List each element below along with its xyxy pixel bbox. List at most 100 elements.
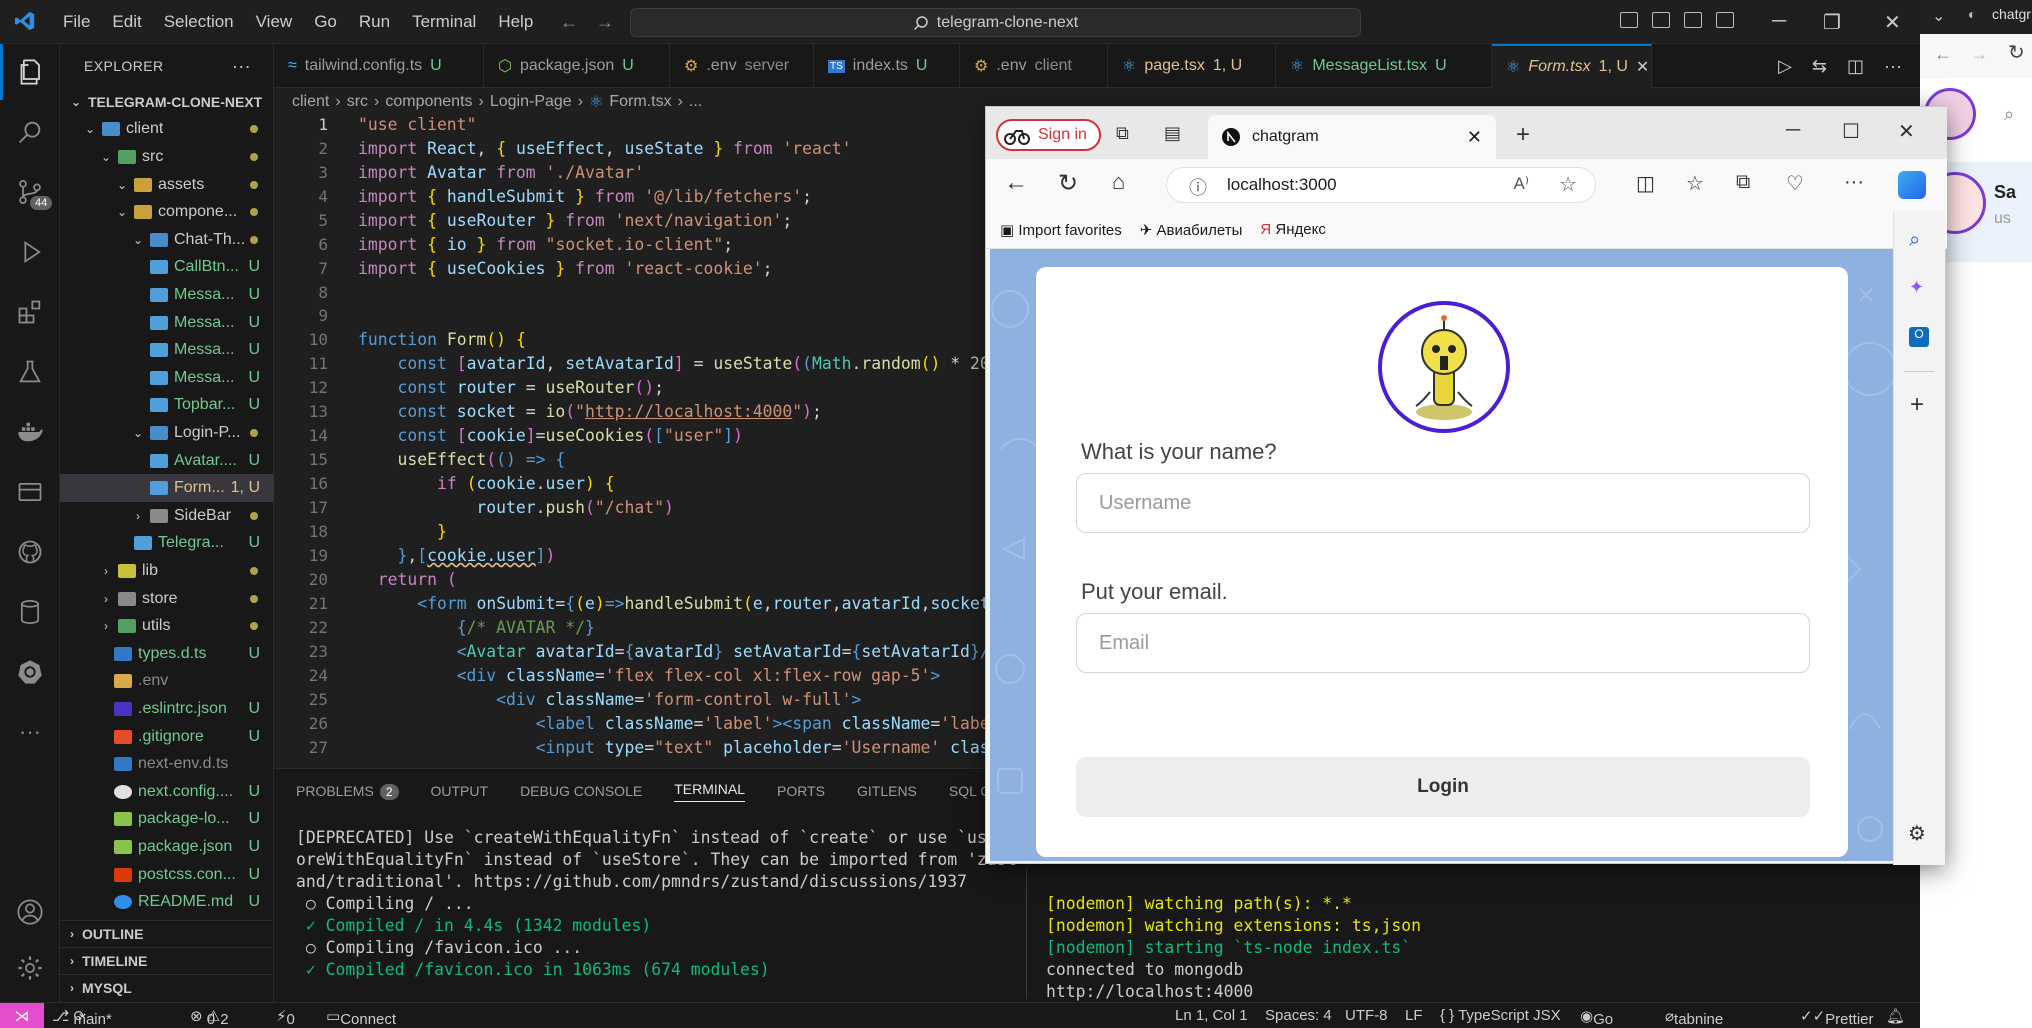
tab-terminal[interactable]: TERMINAL	[674, 781, 745, 802]
tree-item-file[interactable]: README.md U	[60, 888, 274, 916]
remote-indicator-icon[interactable]: ⋊	[0, 1003, 44, 1028]
tree-item-folder[interactable]: ⌄ src	[60, 143, 274, 171]
docker-icon[interactable]	[0, 404, 60, 460]
close-tab-icon[interactable]: ✕	[1467, 127, 1482, 148]
tab-package-json[interactable]: ⬡ package.json U	[484, 44, 670, 88]
tree-item-file[interactable]: Messa... U	[60, 364, 274, 392]
refresh-icon[interactable]: ↻	[1058, 169, 1078, 198]
source-control-icon[interactable]: 44	[0, 164, 60, 220]
tree-item-folder[interactable]: › store	[60, 585, 274, 613]
terminal-left[interactable]: [DEPRECATED] Use `createWithEqualityFn` …	[296, 827, 1026, 997]
compare-icon[interactable]: ⇆	[1812, 56, 1827, 77]
menu-view[interactable]: View	[245, 12, 304, 32]
accounts-icon[interactable]	[0, 884, 60, 940]
tree-item-file[interactable]: package.json U	[60, 833, 274, 861]
tab-index-ts[interactable]: TS index.ts U	[814, 44, 960, 88]
avatar-picker[interactable]	[1378, 301, 1510, 433]
maximize-icon[interactable]: ☐	[1842, 119, 1860, 144]
home-icon[interactable]: ⌂	[1112, 169, 1125, 195]
menu-help[interactable]: Help	[487, 12, 544, 32]
tree-item-folder[interactable]: ⌄ compone...	[60, 198, 274, 226]
workspaces-icon[interactable]: ⧉	[1116, 123, 1129, 144]
tab-env-server[interactable]: ⚙ .env server	[670, 44, 814, 88]
more-views-icon[interactable]: ···	[0, 704, 60, 760]
more-actions-icon[interactable]: ···	[232, 56, 251, 77]
close-tab-icon[interactable]: ✕	[1636, 57, 1649, 77]
breadcrumb-symbol[interactable]: ...	[689, 93, 702, 111]
collections-icon[interactable]: ⧉	[1736, 171, 1750, 194]
database-icon[interactable]	[0, 584, 60, 640]
email-input[interactable]: Email	[1076, 613, 1810, 673]
restore-icon[interactable]: ❐	[1823, 10, 1841, 35]
prettier-status[interactable]: ✓✓ Prettier	[1800, 1007, 1874, 1028]
branch-status[interactable]: ⎇ main* ⟳	[52, 1007, 112, 1028]
tab-page-tsx[interactable]: ⚛ page.tsx 1, U	[1108, 44, 1276, 88]
tree-item-file[interactable]: Messa... U	[60, 281, 274, 309]
workspace-root[interactable]: ⌄ TELEGRAM-CLONE-NEXT	[60, 88, 274, 116]
add-sidebar-icon[interactable]: +	[1910, 391, 1924, 419]
tabnine-status[interactable]: ⌀ tabnine starter	[1665, 1007, 1723, 1028]
notifications-bell-icon[interactable]: 🔔︎	[1886, 1007, 1905, 1025]
indentation-status[interactable]: Spaces: 4	[1265, 1007, 1332, 1024]
go-live-button[interactable]: ◉ Go Live	[1580, 1007, 1613, 1028]
forward-arrow-icon[interactable]: →	[596, 12, 614, 33]
tab-problems[interactable]: PROBLEMS 2	[296, 783, 399, 800]
read-aloud-icon[interactable]: A⁾	[1513, 174, 1529, 194]
tab-env-client[interactable]: ⚙ .env client	[960, 44, 1108, 88]
run-icon[interactable]: ▷	[1778, 56, 1792, 77]
tree-item-file[interactable]: package-lo... U	[60, 806, 274, 834]
close-icon[interactable]: ✕	[1884, 10, 1901, 35]
tree-item-file-selected[interactable]: Form... 1, U	[60, 474, 274, 502]
more-options-icon[interactable]: ···	[1844, 171, 1864, 194]
tab-actions-icon[interactable]: ▤	[1164, 123, 1181, 144]
tree-item-file[interactable]: postcss.con... U	[60, 861, 274, 889]
tree-item-file[interactable]: next.config.... U	[60, 778, 274, 806]
menu-edit[interactable]: Edit	[101, 12, 152, 32]
tree-item-folder[interactable]: ⌄ assets	[60, 171, 274, 199]
tree-item-file[interactable]: next-env.d.ts	[60, 750, 274, 778]
search-icon[interactable]	[0, 104, 60, 160]
cursor-position[interactable]: Ln 1, Col 1	[1175, 1007, 1248, 1024]
split-editor-icon[interactable]: ◫	[1847, 56, 1864, 77]
eol-status[interactable]: LF	[1405, 1007, 1423, 1024]
tree-item-file[interactable]: Messa... U	[60, 309, 274, 337]
tree-item-file[interactable]: types.d.ts U	[60, 640, 274, 668]
explorer-icon[interactable]	[0, 44, 60, 100]
site-info-icon[interactable]: ⓘ	[1189, 174, 1207, 200]
run-debug-icon[interactable]	[0, 224, 60, 280]
tree-item-folder[interactable]: › lib	[60, 557, 274, 585]
new-tab-icon[interactable]: +	[1516, 121, 1530, 149]
settings-gear-icon[interactable]: ⚙	[1908, 821, 1926, 846]
breadcrumb-form-tsx[interactable]: Form.tsx	[609, 93, 671, 111]
kubernetes-icon[interactable]	[0, 644, 60, 700]
mysql-section[interactable]: › MYSQL	[60, 974, 274, 1001]
favorite-aviabilety[interactable]: ✈ Авиабилеты	[1140, 221, 1243, 239]
customize-layout-icon[interactable]	[1716, 12, 1734, 28]
tree-item-file[interactable]: Topbar... U	[60, 392, 274, 420]
testing-flask-icon[interactable]	[0, 344, 60, 400]
toggle-panel-icon[interactable]	[1652, 12, 1670, 28]
more-actions-icon[interactable]: ···	[1884, 56, 1902, 77]
connect-status[interactable]: ▭ Connect	[326, 1007, 396, 1028]
username-input[interactable]: Username	[1076, 473, 1810, 533]
tab-debug-console[interactable]: DEBUG CONSOLE	[520, 783, 642, 799]
tab-messagelist-tsx[interactable]: ⚛ MessageList.tsx U	[1276, 44, 1492, 88]
search-icon[interactable]: ⌕	[1909, 229, 1920, 252]
minimize-icon[interactable]: ─	[1786, 119, 1800, 142]
browser-tab-chatgram[interactable]: chatgram ✕	[1208, 115, 1496, 159]
tree-item-file[interactable]: CallBtn... U	[60, 254, 274, 282]
split-screen-icon[interactable]: ◫	[1636, 171, 1655, 196]
sign-in-button[interactable]: Sign in	[996, 119, 1101, 151]
github-icon[interactable]	[0, 524, 60, 580]
favorite-yandex[interactable]: Я Яндекс	[1260, 221, 1325, 238]
tab-form-tsx[interactable]: ⚛ Form.tsx 1, U ✕	[1492, 44, 1652, 88]
close-icon[interactable]: ✕	[1898, 119, 1915, 144]
favorites-icon[interactable]: ☆	[1686, 171, 1704, 196]
command-center-search[interactable]: telegram-clone-next	[630, 8, 1361, 37]
menu-terminal[interactable]: Terminal	[401, 12, 487, 32]
back-arrow-icon[interactable]: ←	[1004, 169, 1028, 197]
tree-item-file[interactable]: Messa... U	[60, 336, 274, 364]
tree-item-folder[interactable]: ⌄ client	[60, 116, 274, 144]
menu-file[interactable]: File	[52, 12, 101, 32]
tab-output[interactable]: OUTPUT	[431, 783, 489, 799]
